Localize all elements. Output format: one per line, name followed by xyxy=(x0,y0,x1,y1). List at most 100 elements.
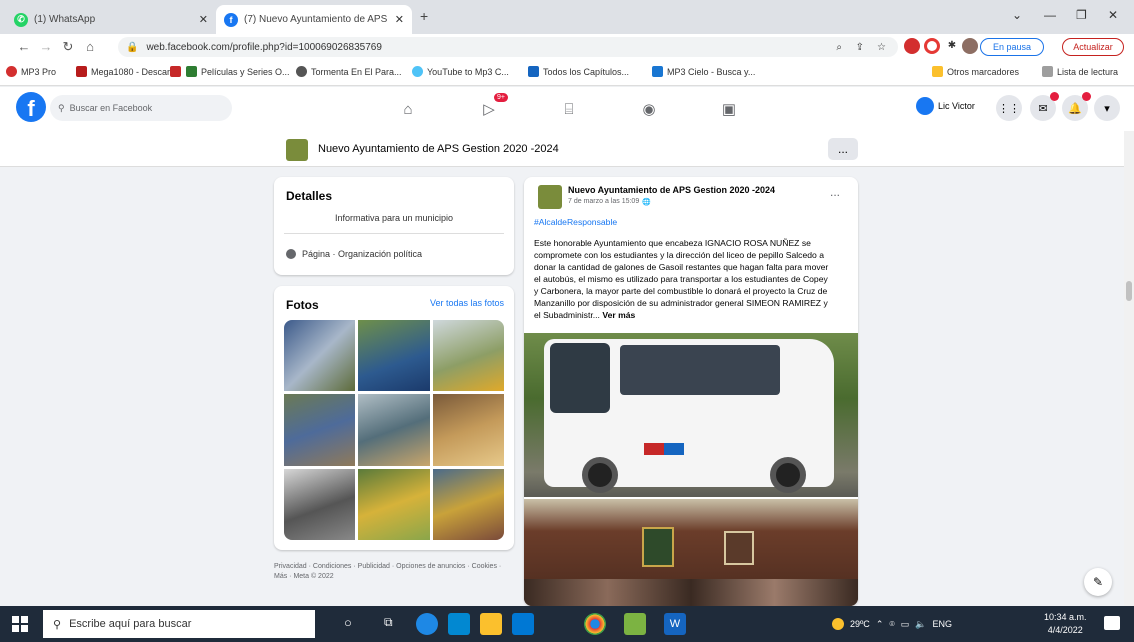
chevron-up-icon[interactable]: ⌃ xyxy=(876,619,884,630)
bus-photo[interactable] xyxy=(524,333,858,497)
gaming-icon[interactable]: ▣ xyxy=(716,97,742,121)
bookmark-item[interactable]: MP3 Pro xyxy=(6,66,56,77)
new-message-button[interactable]: ✎ xyxy=(1084,568,1112,596)
language-indicator[interactable]: ENG xyxy=(933,619,953,629)
chevron-down-icon[interactable]: ⌄ xyxy=(1012,8,1022,22)
restore-icon[interactable]: ❐ xyxy=(1076,8,1087,22)
profile-shortcut[interactable]: Lic Victor xyxy=(916,97,975,115)
close-icon[interactable]: ✕ xyxy=(395,13,404,26)
minimize-icon[interactable]: — xyxy=(1044,8,1056,22)
photo-thumbnail[interactable] xyxy=(432,394,504,466)
scrollbar[interactable] xyxy=(1124,131,1134,606)
search-icon: ⚲ xyxy=(53,618,62,631)
post-author[interactable]: Nuevo Ayuntamiento de APS Gestion 2020 -… xyxy=(568,185,775,195)
store-icon[interactable] xyxy=(448,613,470,635)
home-icon[interactable]: ⌂ xyxy=(395,97,421,121)
forward-icon[interactable]: → xyxy=(36,39,56,54)
more-options-button[interactable]: ... xyxy=(828,138,858,160)
bookmark-item[interactable]: Todos los Capítulos... xyxy=(528,66,629,77)
back-icon[interactable]: ← xyxy=(14,39,34,54)
globe-icon: 🌐 xyxy=(642,199,651,206)
volume-icon[interactable]: 🔈 xyxy=(915,619,926,630)
clock[interactable]: 10:34 a.m. 4/4/2022 xyxy=(1044,611,1087,637)
edge-icon[interactable] xyxy=(416,613,438,635)
facebook-icon: f xyxy=(224,12,238,27)
see-more-link[interactable]: Ver más xyxy=(602,310,635,320)
footer-links[interactable]: Privacidad · Condiciones · Publicidad · … xyxy=(274,562,508,582)
bookmark-item[interactable] xyxy=(170,66,181,77)
bus-wheel xyxy=(770,457,806,493)
page-header: Nuevo Ayuntamiento de APS Gestion 2020 -… xyxy=(0,131,1134,167)
lock-icon: 🔒 xyxy=(126,41,139,53)
post-hashtag[interactable]: #AlcaldeResponsable xyxy=(534,217,617,227)
network-icon[interactable]: ⌾ xyxy=(889,619,894,630)
menu-icon[interactable]: ⋮⋮ xyxy=(996,95,1022,121)
bookmark-folder[interactable]: Otros marcadores xyxy=(932,66,1019,77)
photo-thumbnail[interactable] xyxy=(284,468,356,540)
tab-facebook[interactable]: f (7) Nuevo Ayuntamiento de APS ✕ xyxy=(216,5,412,34)
photo-thumbnail[interactable] xyxy=(358,394,430,466)
page-title[interactable]: Nuevo Ayuntamiento de APS Gestion 2020 -… xyxy=(318,143,559,155)
zoom-icon[interactable]: ⌕ xyxy=(836,42,842,53)
messenger-icon[interactable]: ✉ xyxy=(1030,92,1059,121)
opera-icon[interactable] xyxy=(924,38,940,54)
reload-icon[interactable]: ↻ xyxy=(58,39,78,55)
taskbar-search-input[interactable]: ⚲ Escribe aquí para buscar xyxy=(43,610,315,638)
tab-whatsapp[interactable]: ✆ (1) WhatsApp ✕ xyxy=(6,5,216,34)
see-all-photos-link[interactable]: Ver todas las fotos xyxy=(430,298,504,308)
mail-icon[interactable] xyxy=(512,613,534,635)
photo-thumbnail[interactable] xyxy=(358,320,430,392)
cortana-icon[interactable]: ○ xyxy=(344,615,352,630)
task-view-icon[interactable]: ⧉ xyxy=(384,615,393,630)
close-window-icon[interactable]: ✕ xyxy=(1108,8,1118,22)
marketplace-icon[interactable]: ⌸ xyxy=(556,97,582,121)
word-icon[interactable]: W xyxy=(664,613,686,635)
info-icon xyxy=(286,249,296,259)
meeting-photo[interactable] xyxy=(524,499,858,606)
url-bar[interactable]: 🔒 web.facebook.com/profile.php?id=100069… xyxy=(118,37,898,57)
file-explorer-icon[interactable] xyxy=(480,613,502,635)
weather-temp[interactable]: 29ºC xyxy=(850,619,870,629)
extension-icon[interactable] xyxy=(904,38,920,54)
close-icon[interactable]: ✕ xyxy=(199,13,208,26)
account-chevron-icon[interactable]: ▾ xyxy=(1094,95,1120,121)
star-icon[interactable]: ☆ xyxy=(877,42,886,53)
photo-thumbnail[interactable] xyxy=(432,468,504,540)
bookmark-item[interactable]: Tormenta En El Para... xyxy=(296,66,402,77)
photo-thumbnail[interactable] xyxy=(358,468,430,540)
share-icon[interactable]: ⇪ xyxy=(856,42,864,53)
scrollbar-thumb[interactable] xyxy=(1126,281,1132,301)
avatar[interactable] xyxy=(962,38,978,54)
post-time[interactable]: 7 de marzo a las 15:09 xyxy=(568,198,639,206)
user-name: Lic Victor xyxy=(938,101,975,111)
chrome-icon[interactable] xyxy=(584,613,606,635)
battery-icon[interactable]: ▭ xyxy=(901,619,910,630)
search-input[interactable]: ⚲ Buscar en Facebook xyxy=(50,95,232,121)
update-button[interactable]: Actualizar xyxy=(1062,38,1124,56)
photo-thumbnail[interactable] xyxy=(284,394,356,466)
bookmark-item[interactable]: YouTube to Mp3 C... xyxy=(412,66,509,77)
bookmark-item[interactable]: Mega1080 - Descar... xyxy=(76,66,177,77)
watch-icon[interactable]: ▷ 9+ xyxy=(476,93,508,121)
author-logo[interactable] xyxy=(538,185,562,209)
bookmark-item[interactable]: Películas y Series O... xyxy=(186,66,290,77)
photo-thumbnail[interactable] xyxy=(284,320,356,392)
address-toolbar: ← → ↻ ⌂ 🔒 web.facebook.com/profile.php?i… xyxy=(0,34,1134,60)
post-options-button[interactable]: ... xyxy=(830,185,840,199)
photo-thumbnail[interactable] xyxy=(432,320,504,392)
new-tab-icon[interactable]: + xyxy=(420,8,428,24)
time: 10:34 a.m. xyxy=(1044,612,1087,622)
home-icon[interactable]: ⌂ xyxy=(80,39,100,54)
notifications-icon[interactable] xyxy=(1104,616,1120,630)
reading-list[interactable]: Lista de lectura xyxy=(1042,66,1118,77)
puzzle-icon[interactable]: ✱ xyxy=(944,38,960,54)
groups-icon[interactable]: ◉ xyxy=(636,97,662,121)
bell-icon[interactable]: 🔔 xyxy=(1062,92,1091,121)
app-icon[interactable] xyxy=(624,613,646,635)
bookmark-item[interactable]: MP3 Cielo - Busca y... xyxy=(652,66,755,77)
windows-start-icon[interactable] xyxy=(12,616,28,632)
search-icon: ⚲ xyxy=(58,102,65,113)
weather-icon[interactable] xyxy=(832,618,844,630)
profile-paused-button[interactable]: En pausa xyxy=(980,38,1044,56)
facebook-logo-icon[interactable]: f xyxy=(16,92,46,122)
